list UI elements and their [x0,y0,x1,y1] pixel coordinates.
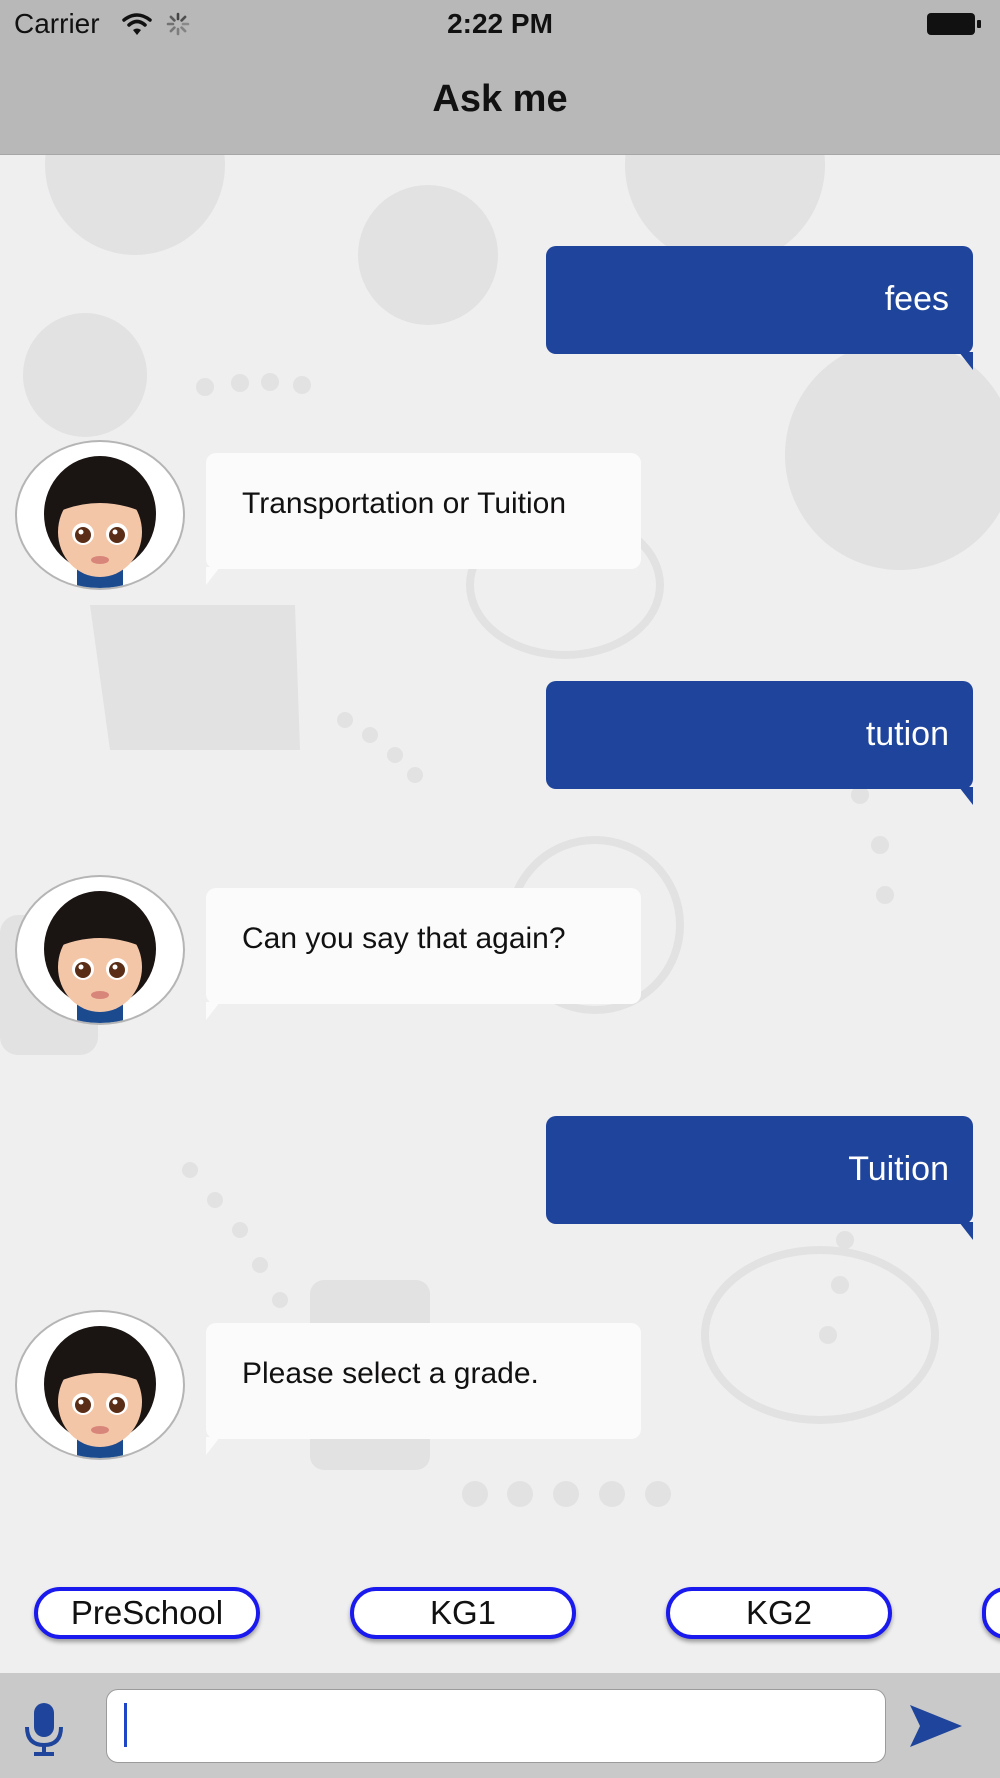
bubble-tail [206,1002,220,1020]
bubble-tail [959,352,973,370]
quick-reply-kg1[interactable]: KG1 [350,1587,576,1639]
input-bar [0,1673,1000,1778]
send-arrow-icon[interactable] [908,1701,964,1751]
bot-message-bubble: Transportation or Tuition [206,453,641,585]
bubble-tail [959,1222,973,1240]
bot-avatar [15,440,185,590]
girl-avatar-icon [44,456,156,588]
message-input[interactable] [106,1689,886,1763]
bot-avatar [15,875,185,1025]
bot-avatar [15,1310,185,1460]
status-time: 2:22 PM [447,8,553,39]
message-text: Can you say that again? [242,922,566,955]
girl-avatar-icon [44,1326,156,1458]
message-text: tution [865,715,949,753]
bot-message-bubble: Can you say that again? [206,888,641,1020]
bubble-tail [959,787,973,805]
text-caret [124,1703,127,1747]
bubble-tail [206,1437,220,1455]
user-message-bubble: fees [546,246,973,370]
battery-icon [927,13,981,35]
message-text: Please select a grade. [242,1357,539,1390]
page-title: Ask me [432,78,568,120]
girl-avatar-icon [44,891,156,1023]
user-message-bubble: tution [546,681,973,805]
bubble-tail [206,567,220,585]
bot-message-bubble: Please select a grade. [206,1323,641,1455]
microphone-icon[interactable] [22,1701,66,1757]
message-text: Tuition [848,1150,949,1188]
user-message-bubble: Tuition [546,1116,973,1240]
message-text: fees [884,280,949,318]
chat-area[interactable]: fees Transportation or Tuition tution Ca… [0,155,1000,1673]
quick-reply-preschool[interactable]: PreSchool [34,1587,260,1639]
message-text: Transportation or Tuition [242,487,567,520]
status-bar: Carrier 2:22 PM [0,0,1000,50]
quick-reply-kg2[interactable]: KG2 [666,1587,892,1639]
navigation-bar: Ask me [0,50,1000,155]
